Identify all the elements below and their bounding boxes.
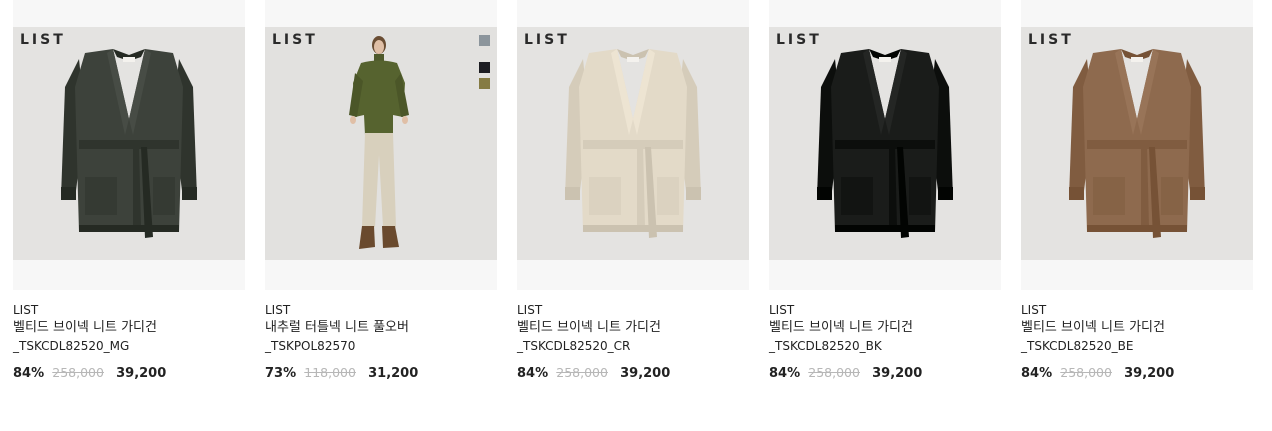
price-row: 84% 258,000 39,200 — [1021, 364, 1253, 383]
product-grid: LIST LIST 벨티드 브이넥 니트 가디건 _TSKCDL82520_MG… — [13, 0, 1253, 383]
product-photo[interactable]: LIST — [517, 27, 749, 260]
product-card[interactable]: LIST LIST 벨티드 브이넥 니트 가디건 _TSKCDL82520_CR… — [517, 0, 749, 383]
product-card[interactable]: LIST LIST 벨티드 브이넥 니트 가디건 _TSKCDL82520_MG… — [13, 0, 245, 383]
product-image-area[interactable]: LIST — [13, 0, 245, 290]
original-price: 258,000 — [556, 365, 608, 380]
product-code[interactable]: _TSKCDL82520_BE — [1021, 337, 1253, 355]
sale-price: 31,200 — [368, 366, 419, 381]
cardigan-image — [817, 49, 953, 238]
brand-logo: LIST — [776, 32, 822, 48]
original-price: 258,000 — [52, 365, 104, 380]
color-swatch-olive[interactable] — [479, 78, 490, 89]
product-brand[interactable]: LIST — [1021, 302, 1253, 319]
product-image-area[interactable]: LIST — [1021, 0, 1253, 290]
brand-logo: LIST — [524, 32, 570, 48]
product-photo[interactable]: LIST — [769, 27, 1001, 260]
product-name[interactable]: 벨티드 브이넥 니트 가디건 — [1021, 319, 1253, 337]
price-row: 73% 118,000 31,200 — [265, 364, 497, 383]
cardigan-image — [61, 49, 197, 238]
product-card[interactable]: LIST LIST 내추럴 터틀넥 니트 풀오버 _TSKPOL82570 73… — [265, 0, 497, 383]
original-price: 258,000 — [808, 365, 860, 380]
product-image-area[interactable]: LIST — [517, 0, 749, 290]
sale-price: 39,200 — [116, 366, 167, 381]
product-brand[interactable]: LIST — [517, 302, 749, 319]
product-photo[interactable]: LIST — [265, 27, 497, 260]
product-code[interactable]: _TSKCDL82520_BK — [769, 337, 1001, 355]
product-image-area[interactable]: LIST — [265, 0, 497, 290]
product-brand[interactable]: LIST — [265, 302, 497, 319]
product-name[interactable]: 벨티드 브이넥 니트 가디건 — [13, 319, 245, 337]
product-photo[interactable]: LIST — [1021, 27, 1253, 260]
product-brand[interactable]: LIST — [769, 302, 1001, 319]
product-name[interactable]: 내추럴 터틀넥 니트 풀오버 — [265, 319, 497, 337]
product-name[interactable]: 벨티드 브이넥 니트 가디건 — [769, 319, 1001, 337]
discount-rate: 84% — [13, 366, 45, 381]
original-price: 258,000 — [1060, 365, 1112, 380]
model-image — [349, 36, 409, 249]
product-image-area[interactable]: LIST — [769, 0, 1001, 290]
product-card[interactable]: LIST LIST 벨티드 브이넥 니트 가디건 _TSKCDL82520_BK… — [769, 0, 1001, 383]
brand-logo: LIST — [20, 32, 66, 48]
discount-rate: 73% — [265, 366, 297, 381]
discount-rate: 84% — [1021, 366, 1053, 381]
color-swatch-black[interactable] — [479, 62, 490, 73]
product-card[interactable]: LIST LIST 벨티드 브이넥 니트 가디건 _TSKCDL82520_BE… — [1021, 0, 1253, 383]
original-price: 118,000 — [304, 365, 356, 380]
product-photo[interactable]: LIST — [13, 27, 245, 260]
sale-price: 39,200 — [872, 366, 923, 381]
brand-logo: LIST — [1028, 32, 1074, 48]
product-code[interactable]: _TSKCDL82520_MG — [13, 337, 245, 355]
brand-logo: LIST — [272, 32, 318, 48]
sale-price: 39,200 — [620, 366, 671, 381]
price-row: 84% 258,000 39,200 — [517, 364, 749, 383]
cardigan-image — [565, 49, 701, 238]
discount-rate: 84% — [769, 366, 801, 381]
product-code[interactable]: _TSKCDL82520_CR — [517, 337, 749, 355]
sale-price: 39,200 — [1124, 366, 1175, 381]
product-brand[interactable]: LIST — [13, 302, 245, 319]
product-name[interactable]: 벨티드 브이넥 니트 가디건 — [517, 319, 749, 337]
price-row: 84% 258,000 39,200 — [13, 364, 245, 383]
discount-rate: 84% — [517, 366, 549, 381]
color-swatch-gray[interactable] — [479, 35, 490, 46]
product-code[interactable]: _TSKPOL82570 — [265, 337, 497, 355]
price-row: 84% 258,000 39,200 — [769, 364, 1001, 383]
cardigan-image — [1069, 49, 1205, 238]
color-swatches — [479, 35, 490, 89]
